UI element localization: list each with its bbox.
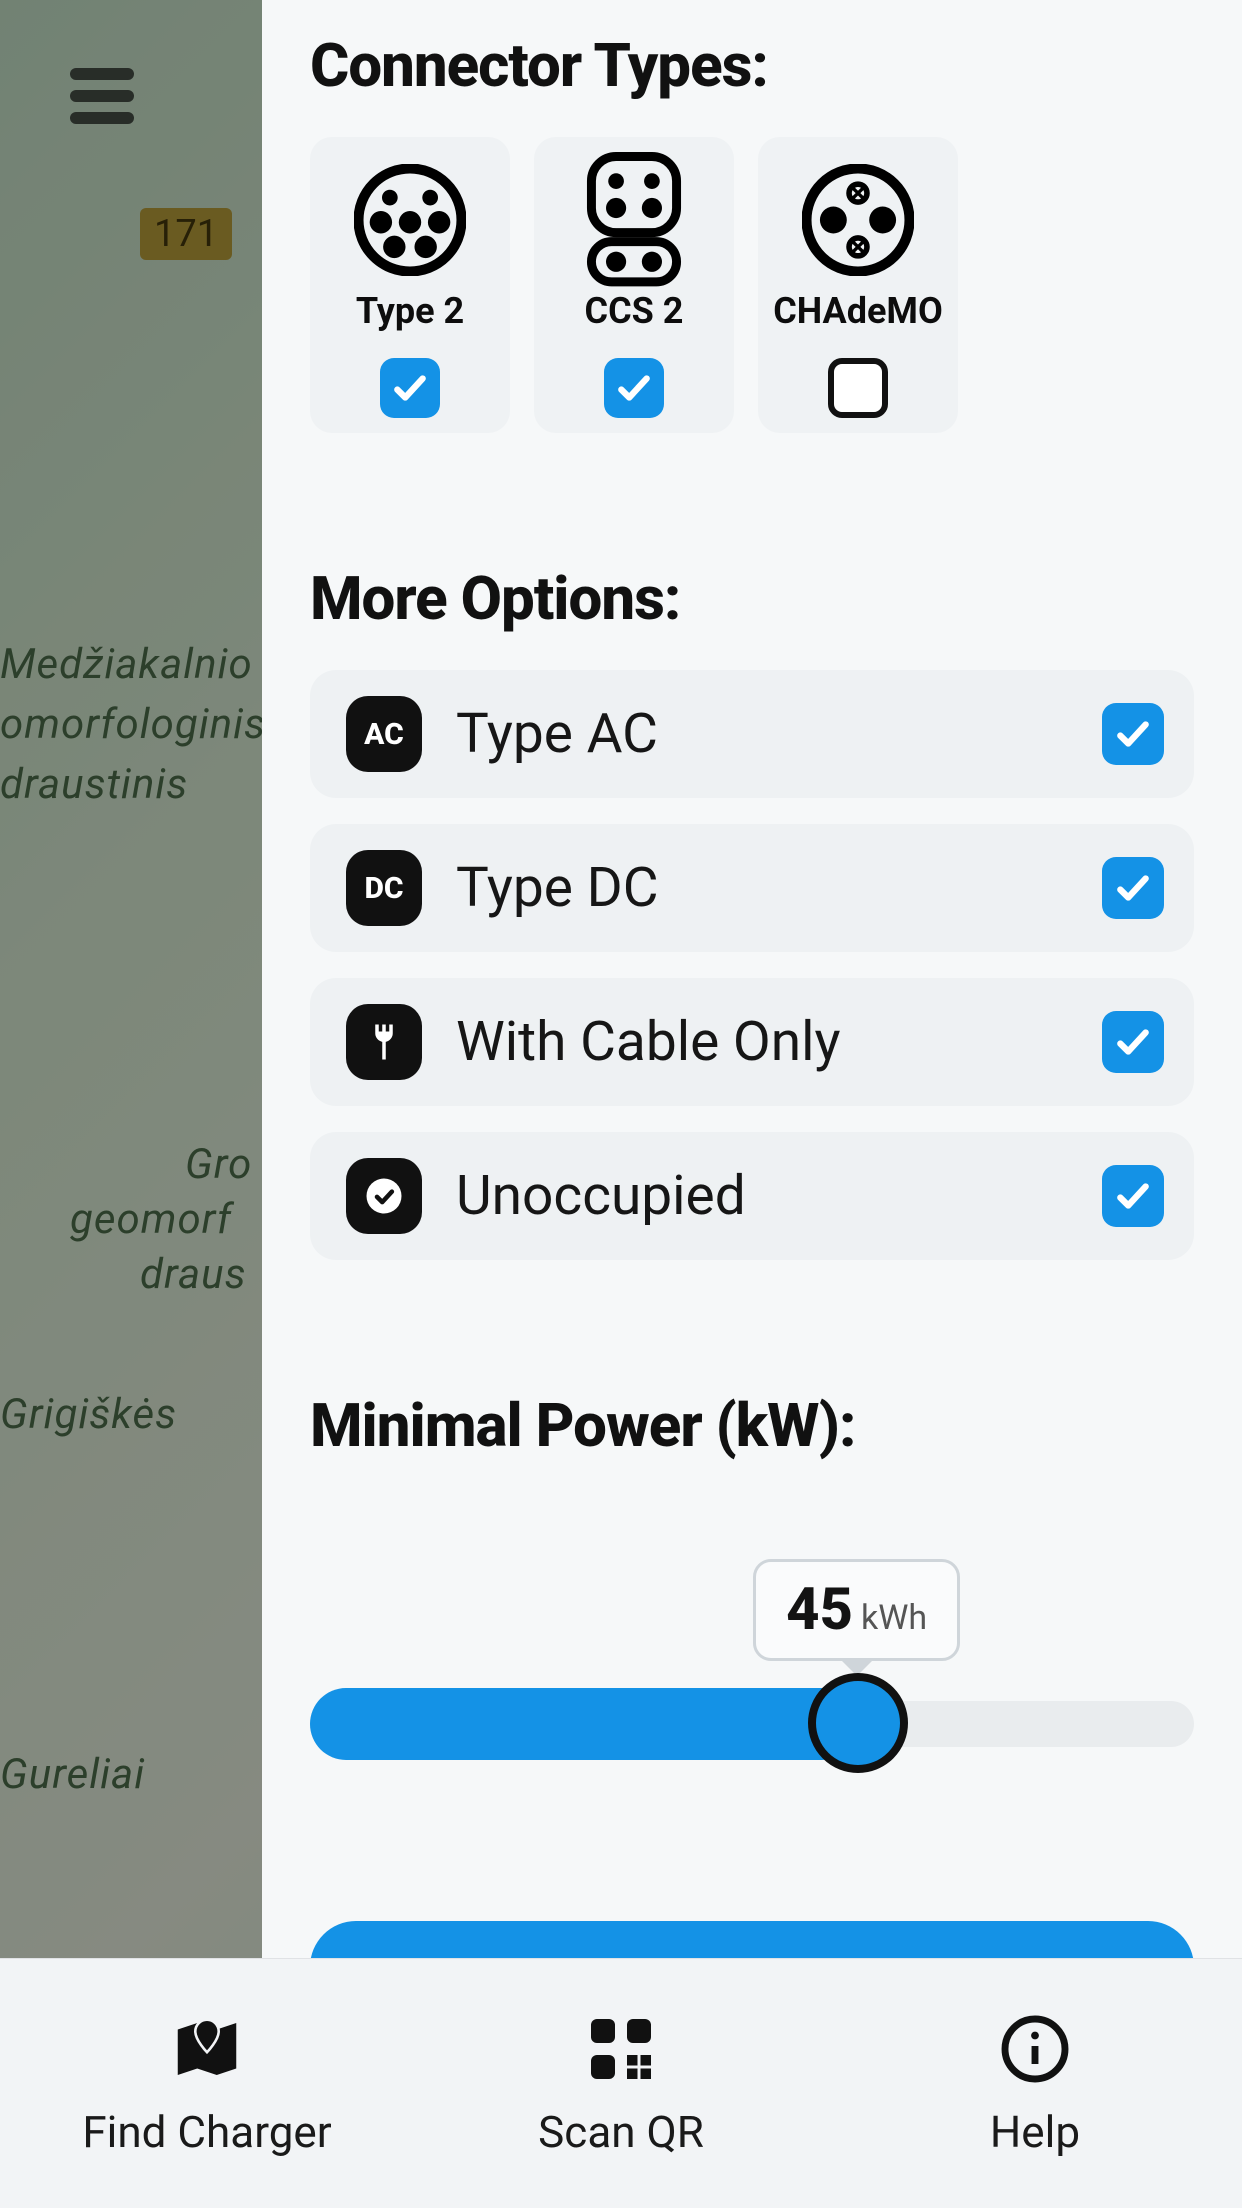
tab-scan-qr[interactable]: Scan QR [414,2010,828,2158]
connector-checkbox-chademo[interactable] [828,358,888,418]
slider-thumb[interactable] [808,1673,908,1773]
connector-label: CCS 2 [585,290,684,332]
ac-icon: AC [346,696,422,772]
bottom-tab-bar: Find Charger Scan QR Help [0,1958,1242,2208]
option-checkbox-ac[interactable] [1102,703,1164,765]
connector-types-title: Connector Types: [310,30,1194,101]
option-label: With Cable Only [456,1010,1102,1074]
ccs2-connector-icon [578,167,690,272]
option-with-cable[interactable]: With Cable Only [310,978,1194,1106]
check-circle-icon [346,1158,422,1234]
connector-card-type2[interactable]: Type 2 [310,137,510,433]
dc-icon: DC [346,850,422,926]
minimal-power-title: Minimal Power (kW): [310,1390,1194,1461]
option-label: Type AC [456,702,1102,766]
tab-label: Help [990,2106,1080,2158]
tab-find-charger[interactable]: Find Charger [0,2010,414,2158]
connector-card-chademo[interactable]: CHAdeMO [758,137,958,433]
qr-icon [582,2010,660,2088]
map-pin-icon [168,2010,246,2088]
slider-tooltip: 45 kWh [753,1559,960,1661]
option-checkbox-dc[interactable] [1102,857,1164,919]
plug-icon [346,1004,422,1080]
more-options-list: AC Type AC DC Type DC With Cable Only [310,670,1194,1260]
option-label: Type DC [456,856,1102,920]
filter-panel: Connector Types: Type 2 [262,0,1242,2208]
connector-card-ccs2[interactable]: CCS 2 [534,137,734,433]
power-slider[interactable]: 45 kWh [310,1581,1194,1781]
type2-connector-icon [354,167,466,272]
connector-label: CHAdeMO [773,290,943,332]
menu-hamburger-icon[interactable] [70,68,134,124]
tab-help[interactable]: Help [828,2010,1242,2158]
slider-fill [310,1688,858,1760]
tab-label: Scan QR [538,2106,704,2158]
connector-checkbox-type2[interactable] [380,358,440,418]
option-checkbox-unoccupied[interactable] [1102,1165,1164,1227]
chademo-connector-icon [802,167,914,272]
connector-checkbox-ccs2[interactable] [604,358,664,418]
option-type-dc[interactable]: DC Type DC [310,824,1194,952]
connector-type-list: Type 2 CCS 2 [310,137,1194,433]
option-label: Unoccupied [456,1164,1102,1228]
slider-value: 45 [786,1576,853,1644]
option-type-ac[interactable]: AC Type AC [310,670,1194,798]
slider-unit: kWh [861,1598,927,1638]
option-checkbox-cable[interactable] [1102,1011,1164,1073]
connector-label: Type 2 [356,290,464,332]
option-unoccupied[interactable]: Unoccupied [310,1132,1194,1260]
more-options-title: More Options: [310,563,1194,634]
tab-label: Find Charger [82,2106,331,2158]
info-icon [996,2010,1074,2088]
